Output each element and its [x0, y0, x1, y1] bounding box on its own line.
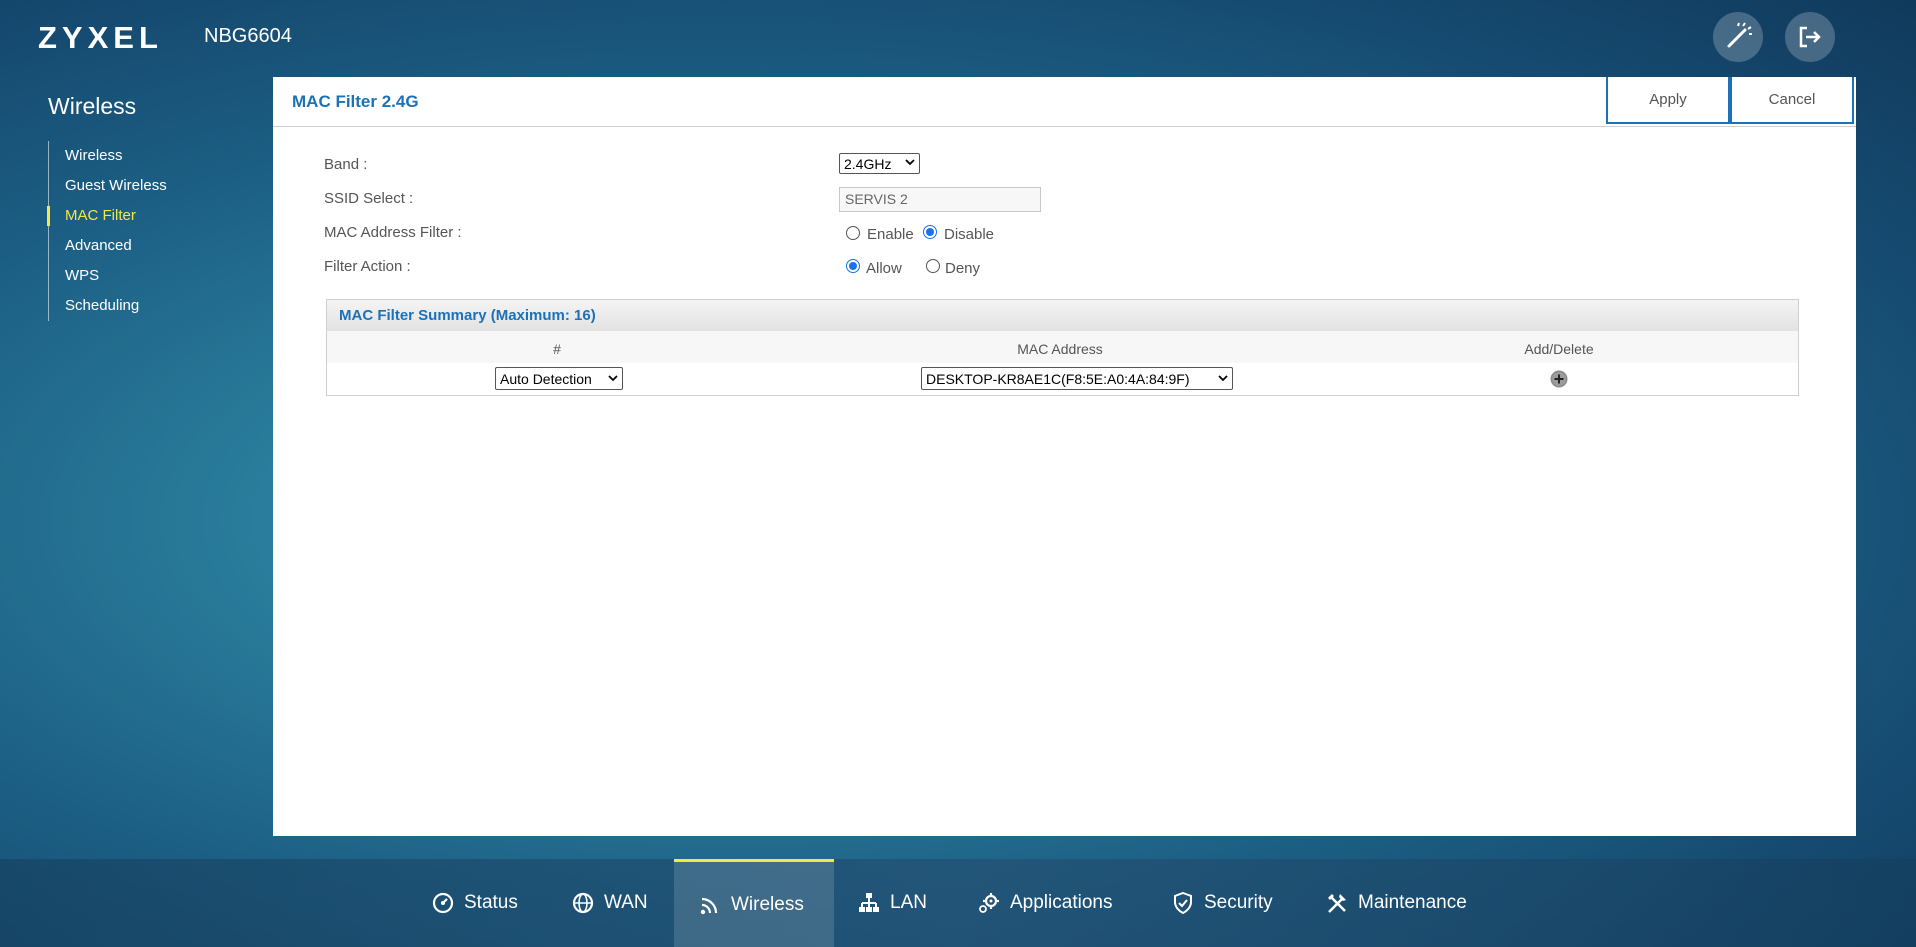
wifi-icon	[700, 897, 718, 914]
band-select-value: 2.4GHz	[844, 155, 892, 172]
bottom-nav: Status WAN Wireless LAN Applications Sec…	[0, 859, 1916, 947]
mac-filter-summary: MAC Filter Summary (Maximum: 16) # MAC A…	[326, 299, 1799, 396]
column-header-add-delete: Add/Delete	[1524, 341, 1594, 357]
gear-icon	[979, 893, 999, 913]
wizard-button[interactable]	[1713, 12, 1763, 62]
filter-action-deny-radio[interactable]	[926, 259, 940, 273]
nav-maintenance-label: Maintenance	[1358, 892, 1467, 913]
nav-applications[interactable]: Applications	[978, 859, 1112, 947]
shield-icon	[1174, 892, 1192, 914]
sidebar-item-wireless[interactable]: Wireless	[49, 141, 249, 171]
column-header-number: #	[553, 341, 561, 357]
nav-wireless[interactable]: Wireless	[674, 859, 834, 947]
nav-status-label: Status	[464, 892, 518, 913]
nav-wireless-label: Wireless	[731, 893, 804, 915]
mac-address-select[interactable]: DESKTOP-KR8AE1C(F8:5E:A0:4A:84:9F)	[921, 367, 1233, 390]
mac-address-filter-label: MAC Address Filter :	[324, 224, 462, 241]
number-select[interactable]: Auto Detection	[495, 367, 623, 390]
logout-button[interactable]	[1785, 12, 1835, 62]
summary-title: MAC Filter Summary (Maximum: 16)	[339, 307, 596, 324]
apply-button[interactable]: Apply	[1606, 77, 1730, 124]
sidebar-menu: Wireless Guest Wireless MAC Filter Advan…	[47, 141, 249, 321]
add-icon[interactable]	[1550, 370, 1568, 388]
chevron-down-icon	[1218, 375, 1228, 382]
mac-filter-disable-radio[interactable]	[923, 225, 937, 239]
globe-icon	[572, 892, 594, 914]
nav-maintenance[interactable]: Maintenance	[1326, 859, 1467, 947]
nav-lan[interactable]: LAN	[858, 859, 927, 947]
mac-filter-enable-label: Enable	[867, 226, 914, 243]
ssid-label: SSID Select :	[324, 190, 414, 207]
nav-security-label: Security	[1204, 892, 1273, 913]
sidebar-title: Wireless	[48, 93, 137, 119]
chevron-down-icon	[608, 375, 618, 382]
main-panel: MAC Filter 2.4G Apply Cancel Band : 2.4G…	[273, 77, 1856, 836]
network-icon	[859, 893, 879, 912]
chevron-down-icon	[905, 159, 915, 166]
top-bar: ZYXEL NBG6604	[0, 0, 1916, 77]
nav-applications-label: Applications	[1010, 892, 1113, 913]
status-icon	[432, 892, 454, 914]
tools-icon	[1328, 894, 1346, 913]
cancel-button[interactable]: Cancel	[1730, 77, 1854, 124]
mac-address-select-value: DESKTOP-KR8AE1C(F8:5E:A0:4A:84:9F)	[926, 370, 1190, 387]
number-select-value: Auto Detection	[500, 370, 592, 387]
page-title: MAC Filter 2.4G	[292, 92, 419, 111]
sidebar-item-scheduling[interactable]: Scheduling	[49, 291, 249, 321]
ssid-field[interactable]: SERVIS 2	[839, 187, 1041, 212]
nav-lan-label: LAN	[890, 892, 927, 913]
nav-security[interactable]: Security	[1172, 859, 1273, 947]
zyxel-logo: ZYXEL	[38, 20, 163, 55]
band-select[interactable]: 2.4GHz	[839, 153, 920, 174]
sidebar-item-guest-wireless[interactable]: Guest Wireless	[49, 171, 249, 201]
summary-header: MAC Filter Summary (Maximum: 16)	[327, 300, 1798, 332]
filter-action-deny-label: Deny	[945, 260, 981, 277]
column-header-mac-address: MAC Address	[1017, 341, 1103, 357]
nav-wan-label: WAN	[604, 892, 648, 913]
sidebar-item-advanced[interactable]: Advanced	[49, 231, 249, 261]
magic-wand-icon	[1727, 22, 1752, 48]
nav-status[interactable]: Status	[432, 859, 518, 947]
filter-action-label: Filter Action :	[324, 258, 411, 275]
logout-icon	[1799, 26, 1821, 48]
nav-wan[interactable]: WAN	[572, 859, 648, 947]
filter-action-allow-radio[interactable]	[846, 259, 860, 273]
mac-filter-disable-label: Disable	[944, 226, 995, 243]
panel-header: MAC Filter 2.4G Apply Cancel	[273, 77, 1856, 127]
sidebar-item-mac-filter[interactable]: MAC Filter	[47, 201, 249, 231]
filter-action-allow-label: Allow	[866, 260, 902, 277]
mac-filter-enable-radio[interactable]	[846, 226, 860, 240]
table-row: Auto Detection DESKTOP-KR8AE1C(F8:5E:A0:…	[327, 363, 1798, 395]
band-label: Band :	[324, 156, 368, 173]
model-name: NBG6604	[204, 25, 292, 47]
sidebar-item-wps[interactable]: WPS	[49, 261, 249, 291]
